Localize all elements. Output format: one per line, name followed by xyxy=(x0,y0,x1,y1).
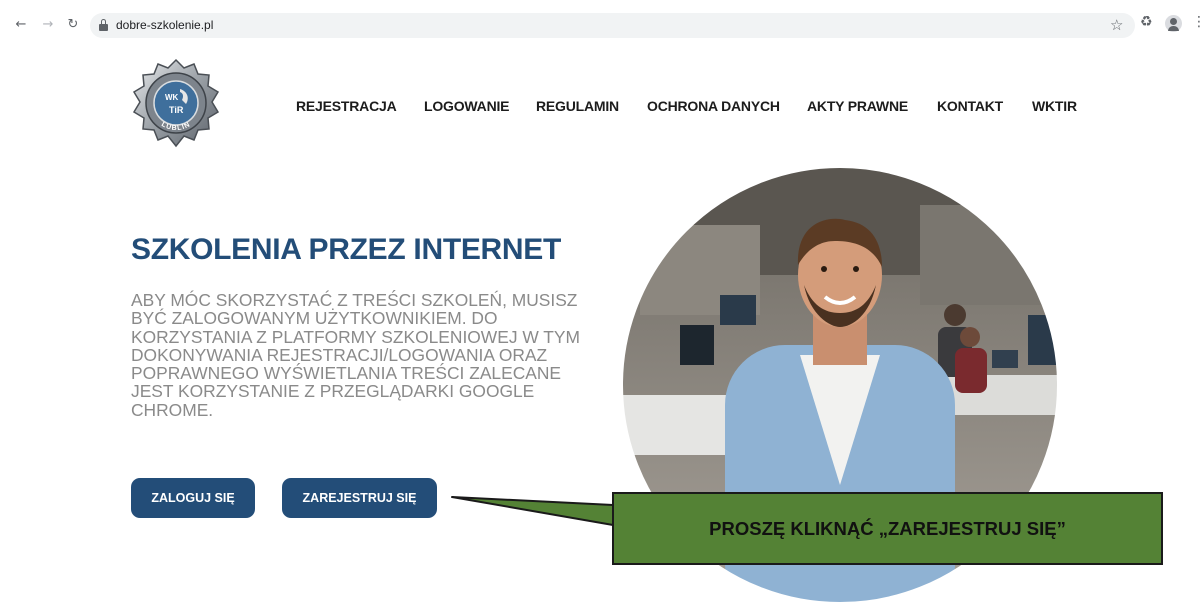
nav-item-logowanie[interactable]: LOGOWANIE xyxy=(424,98,510,114)
nav-item-akty-prawne[interactable]: AKTY PRAWNE xyxy=(807,98,908,114)
nav-item-wktir[interactable]: WKTIR xyxy=(1032,98,1077,114)
extensions-icon[interactable]: ♻ xyxy=(1140,14,1153,30)
lock-icon[interactable] xyxy=(99,19,108,31)
address-bar[interactable]: dobre-szkolenie.pl ☆ xyxy=(90,13,1135,38)
instruction-callout: PROSZĘ KLIKNĄĆ „ZAREJESTRUJ SIĘ” xyxy=(612,492,1163,565)
login-button[interactable]: ZALOGUJ SIĘ xyxy=(131,478,255,518)
logo-text-tir: TiR xyxy=(169,105,184,115)
url-text[interactable]: dobre-szkolenie.pl xyxy=(116,18,213,32)
register-button[interactable]: ZAREJESTRUJ SIĘ xyxy=(282,478,437,518)
star-icon[interactable]: ☆ xyxy=(1110,16,1123,34)
hero-description: Aby móc skorzystać z treści szkoleń, mus… xyxy=(131,290,580,420)
callout-text: PROSZĘ KLIKNĄĆ „ZAREJESTRUJ SIĘ” xyxy=(709,517,1066,539)
page-title: SZKOLENIA PRZEZ INTERNET xyxy=(131,233,562,266)
nav-item-regulamin[interactable]: REGULAMIN xyxy=(536,98,619,114)
nav-item-ochrona-danych[interactable]: OCHRONA DANYCH xyxy=(647,98,780,114)
wktir-logo[interactable]: WK TiR LUBLIN xyxy=(132,58,220,150)
profile-icon[interactable] xyxy=(1165,15,1182,32)
logo-text-wk: WK xyxy=(165,93,179,102)
nav-item-kontakt[interactable]: KONTAKT xyxy=(937,98,1003,114)
forward-icon[interactable]: → xyxy=(40,17,56,33)
nav-item-rejestracja[interactable]: REJESTRACJA xyxy=(296,98,397,114)
browser-toolbar: ← → ↻ dobre-szkolenie.pl ☆ ♻ ⋮ xyxy=(0,0,1202,46)
back-icon[interactable]: ← xyxy=(13,17,29,33)
menu-icon[interactable]: ⋮ xyxy=(1192,15,1202,29)
reload-icon[interactable]: ↻ xyxy=(65,17,81,33)
